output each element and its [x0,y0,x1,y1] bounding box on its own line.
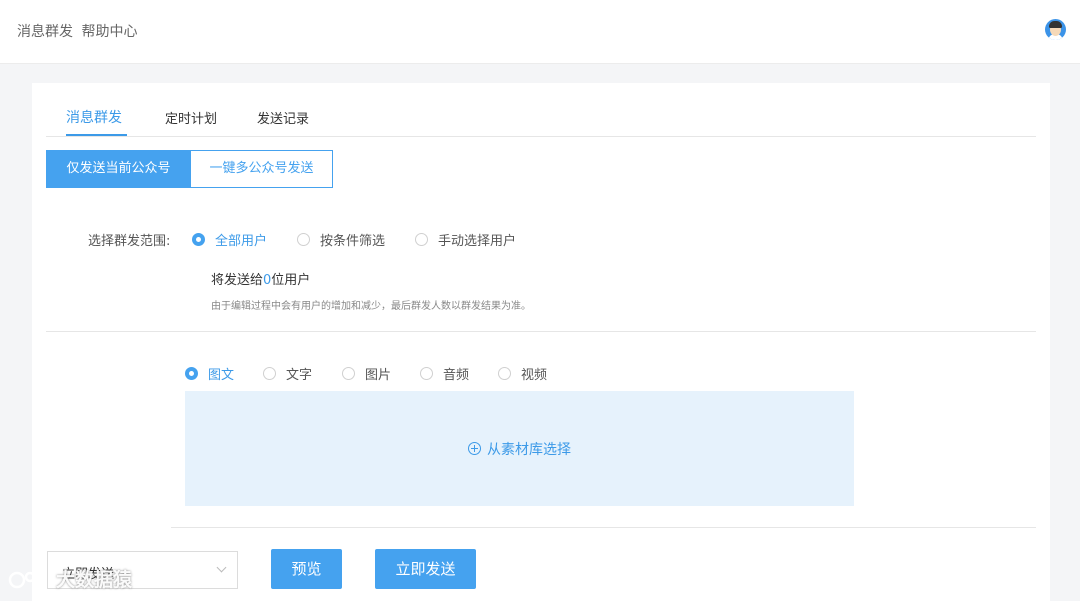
send-multi-account-button[interactable]: 一键多公众号发送 [190,150,333,188]
radio-icon [342,367,355,380]
media-picker-area: 从素材库选择 [185,391,854,506]
select-from-library-button[interactable]: 从素材库选择 [185,391,854,506]
radio-type-video[interactable]: 视频 [498,364,547,383]
audience-note: 由于编辑过程中会有用户的增加和减少，最后群发人数以群发结果为准。 [211,301,531,312]
radio-type-image[interactable]: 图片 [342,364,391,383]
radio-type-audio[interactable]: 音频 [420,364,469,383]
radio-icon [185,367,198,380]
radio-manual-select[interactable]: 手动选择用户 [415,230,516,249]
send-current-account-button[interactable]: 仅发送当前公众号 [46,150,191,188]
radio-icon [263,367,276,380]
watermark-text: 大数据猿 [56,569,133,591]
radio-icon [297,233,310,246]
top-bar: 消息群发 帮助中心 [0,0,1080,64]
page-title: 消息群发 [17,24,73,40]
section-divider [46,331,1036,332]
chevron-down-icon [216,562,227,573]
select-from-library-label: 从素材库选择 [487,441,571,458]
radio-label: 图文 [208,368,235,383]
radio-label: 手动选择用户 [438,234,517,249]
tab-active-underline [66,134,127,136]
radio-label: 视频 [521,368,548,383]
radio-type-article[interactable]: 图文 [185,364,234,383]
radio-label: 全部用户 [215,234,268,249]
recipient-count-prefix: 将发送给 [211,273,264,288]
radio-filter-by-condition[interactable]: 按条件筛选 [297,230,385,249]
footer-divider [171,527,1036,528]
audience-label: 选择群发范围: [88,234,171,249]
tab-bar: 消息群发 定时计划 发送记录 [46,83,1036,137]
watermark-logo-icon [8,571,47,588]
radio-icon [420,367,433,380]
radio-type-text[interactable]: 文字 [263,364,312,383]
tab-send-record[interactable]: 发送记录 [257,108,309,127]
avatar-hair [1049,21,1062,28]
help-center-link[interactable]: 帮助中心 [81,24,137,40]
radio-label: 图片 [365,368,392,383]
plus-circle-icon [468,442,481,455]
recipient-count: 将发送给0位用户 [211,269,310,288]
radio-label: 文字 [286,368,313,383]
radio-icon [415,233,428,246]
recipient-count-suffix: 位用户 [271,273,311,288]
radio-icon [192,233,205,246]
send-now-button[interactable]: 立即发送 [375,549,476,589]
avatar[interactable] [1045,19,1066,40]
tab-mass-message[interactable]: 消息群发 [66,107,122,127]
radio-label: 音频 [443,368,470,383]
preview-button[interactable]: 预览 [271,549,342,589]
radio-label: 按条件筛选 [320,234,386,249]
radio-icon [498,367,511,380]
breadcrumb: 消息群发 帮助中心 [17,21,137,41]
radio-all-users[interactable]: 全部用户 [192,230,267,249]
tab-scheduled-plan[interactable]: 定时计划 [165,108,217,127]
watermark: 大数据猿 [8,565,132,592]
main-card: 消息群发 定时计划 发送记录 仅发送当前公众号 一键多公众号发送 选择群发范围:… [32,83,1050,601]
